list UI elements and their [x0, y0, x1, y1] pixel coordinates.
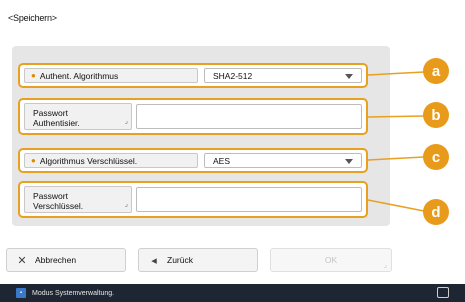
cancel-button[interactable]: ✕ Abbrechen — [6, 248, 126, 272]
callout-d: d — [423, 199, 449, 225]
callout-c: c — [423, 144, 449, 170]
left-arrow-icon: ◂ — [151, 254, 157, 267]
cancel-button-label: Abbrechen — [35, 255, 77, 265]
leader-line-d — [367, 199, 425, 212]
leader-line-c — [367, 156, 425, 161]
ok-button[interactable]: OK ⌟ — [270, 248, 392, 272]
ok-button-label: OK — [324, 255, 338, 265]
callout-a: a — [423, 58, 449, 84]
callout-b: b — [423, 102, 449, 128]
status-bar: ▪ Modus Systemverwaltung. — [0, 284, 465, 302]
system-mode-icon: ▪ — [16, 288, 26, 298]
leader-line-a — [367, 71, 425, 76]
leader-line-b — [367, 115, 425, 118]
resize-corner-icon: ⌟ — [383, 262, 387, 269]
back-button[interactable]: ◂ Zurück — [138, 248, 258, 272]
status-text: Modus Systemverwaltung. — [32, 289, 115, 297]
back-button-label: Zurück — [167, 255, 193, 265]
device-status-icon[interactable] — [437, 287, 449, 298]
close-icon: ✕ — [17, 254, 27, 267]
